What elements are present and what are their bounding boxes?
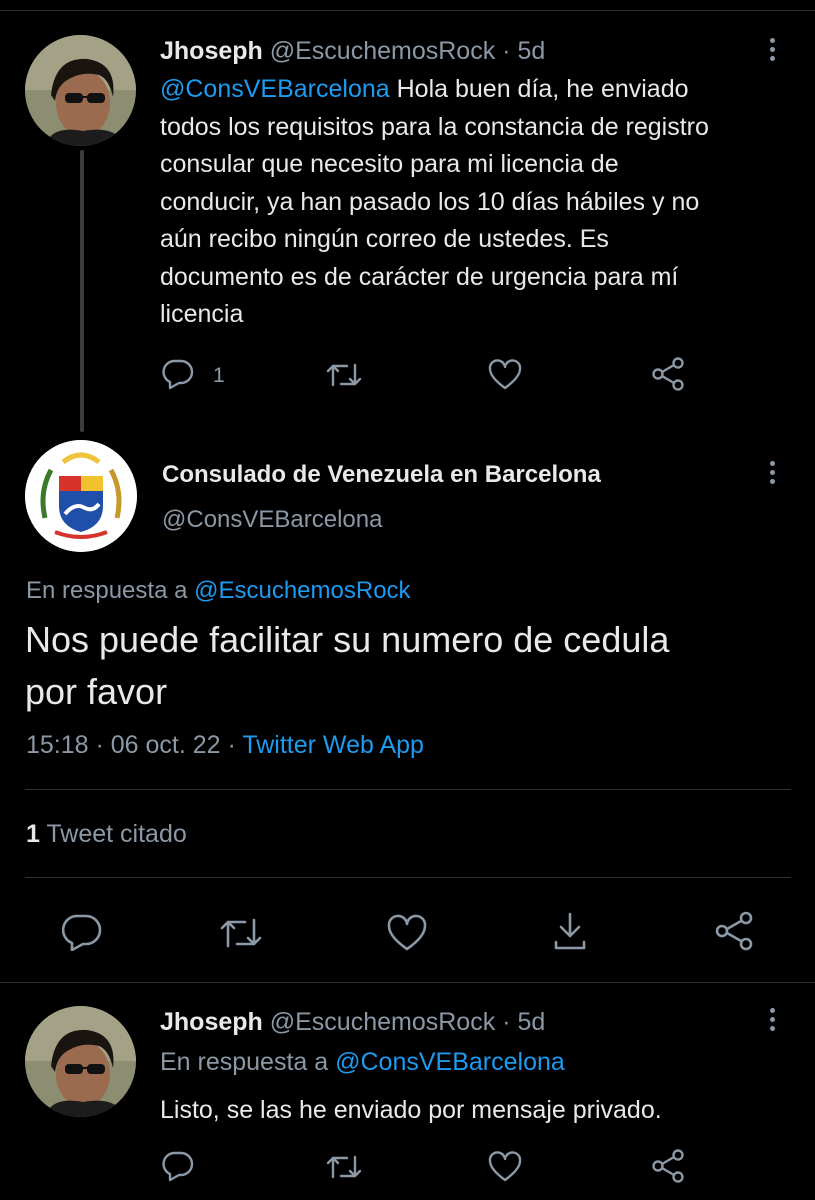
author-handle[interactable]: @EscuchemosRock (270, 37, 495, 65)
author-name[interactable]: Consulado de Venezuela en Barcelona (162, 461, 601, 488)
mention-link[interactable]: @ConsVEBarcelona (160, 75, 390, 103)
divider (25, 877, 791, 878)
tweet-text-line: conducir, ya han pasado los 10 días hábi… (160, 187, 700, 216)
retweet-icon[interactable] (219, 915, 263, 951)
tweet1-text: @ConsVEBarcelona Hola buen día, he envia… (160, 71, 790, 334)
like-icon[interactable] (488, 359, 522, 391)
source-app-link[interactable]: Twitter Web App (242, 731, 424, 759)
separator-dot: · (502, 1008, 511, 1036)
reply-prefix: En respuesta a (160, 1048, 329, 1076)
tweet3-header: Jhoseph @EscuchemosRock · 5d (160, 1008, 545, 1037)
reply-mention-link[interactable]: @EscuchemosRock (194, 577, 410, 604)
tweet-text-line: Nos puede facilitar su numero de cedula (25, 619, 670, 660)
tweet3-text: Listo, se las he enviado por mensaje pri… (160, 1096, 662, 1124)
reply-icon[interactable] (161, 358, 195, 390)
share-icon[interactable] (650, 1149, 686, 1183)
reply-icon[interactable] (62, 913, 102, 951)
author-handle[interactable]: @ConsVEBarcelona (162, 506, 382, 533)
reply-mention-link[interactable]: @ConsVEBarcelona (335, 1048, 565, 1076)
divider (0, 982, 815, 983)
timestamp-row: 15:18 · 06 oct. 22 · Twitter Web App (26, 731, 424, 760)
coat-of-arms-logo (25, 440, 137, 552)
tweet-time[interactable]: 5d (517, 1008, 545, 1036)
main-header: Consulado de Venezuela en Barcelona (162, 461, 601, 489)
reply-count: 1 (213, 364, 225, 387)
avatar-consulado[interactable] (25, 440, 137, 552)
retweet-icon[interactable] (326, 360, 362, 390)
tweet-text-line: Hola buen día, he enviado (396, 75, 689, 103)
bookmark-download-icon[interactable] (552, 911, 588, 951)
main-tweet-text: Nos puede facilitar su numero de cedula … (25, 614, 669, 718)
reply-context: En respuesta a @ConsVEBarcelona (160, 1048, 565, 1077)
like-icon[interactable] (488, 1151, 522, 1183)
tweet-text-line: por favor (25, 671, 168, 712)
quote-tweets-stat[interactable]: 1 Tweet citado (26, 820, 187, 849)
thread-line (80, 150, 84, 432)
top-divider (0, 10, 815, 11)
tweet-text-line: aún recibo ningún correo de ustedes. Es (160, 225, 609, 253)
quote-count: 1 (26, 820, 40, 848)
like-icon[interactable] (387, 914, 427, 952)
share-icon[interactable] (713, 911, 755, 951)
quote-label: Tweet citado (46, 820, 187, 848)
tweet-time[interactable]: 5d (517, 37, 545, 65)
author-handle[interactable]: @EscuchemosRock (270, 1008, 495, 1036)
share-icon[interactable] (650, 357, 686, 391)
divider (25, 789, 791, 790)
tweet-text-line: todos los requisitos para la constancia … (160, 112, 709, 141)
retweet-icon[interactable] (326, 1152, 362, 1182)
avatar-jhoseph[interactable] (25, 1006, 136, 1117)
tweet-text-line: licencia (160, 300, 244, 328)
reply-icon[interactable] (161, 1150, 195, 1182)
author-name[interactable]: Jhoseph (160, 1008, 263, 1036)
tweet1-header: Jhoseph @EscuchemosRock · 5d (160, 37, 545, 66)
timestamp[interactable]: 15:18 · 06 oct. 22 · (26, 731, 236, 759)
more-icon[interactable] (770, 1008, 778, 1035)
more-icon[interactable] (770, 461, 778, 488)
reply-prefix: En respuesta a (26, 577, 188, 604)
author-name[interactable]: Jhoseph (160, 37, 263, 65)
tweet-text-line: documento es de carácter de urgencia par… (160, 262, 679, 291)
tweet-text-line: consular que necesito para mi licencia d… (160, 150, 619, 178)
more-icon[interactable] (770, 38, 778, 65)
reply-context: En respuesta a @EscuchemosRock (26, 577, 411, 605)
avatar-jhoseph[interactable] (25, 35, 136, 146)
main-handle-row: @ConsVEBarcelona (162, 506, 382, 534)
separator-dot: · (502, 37, 511, 65)
